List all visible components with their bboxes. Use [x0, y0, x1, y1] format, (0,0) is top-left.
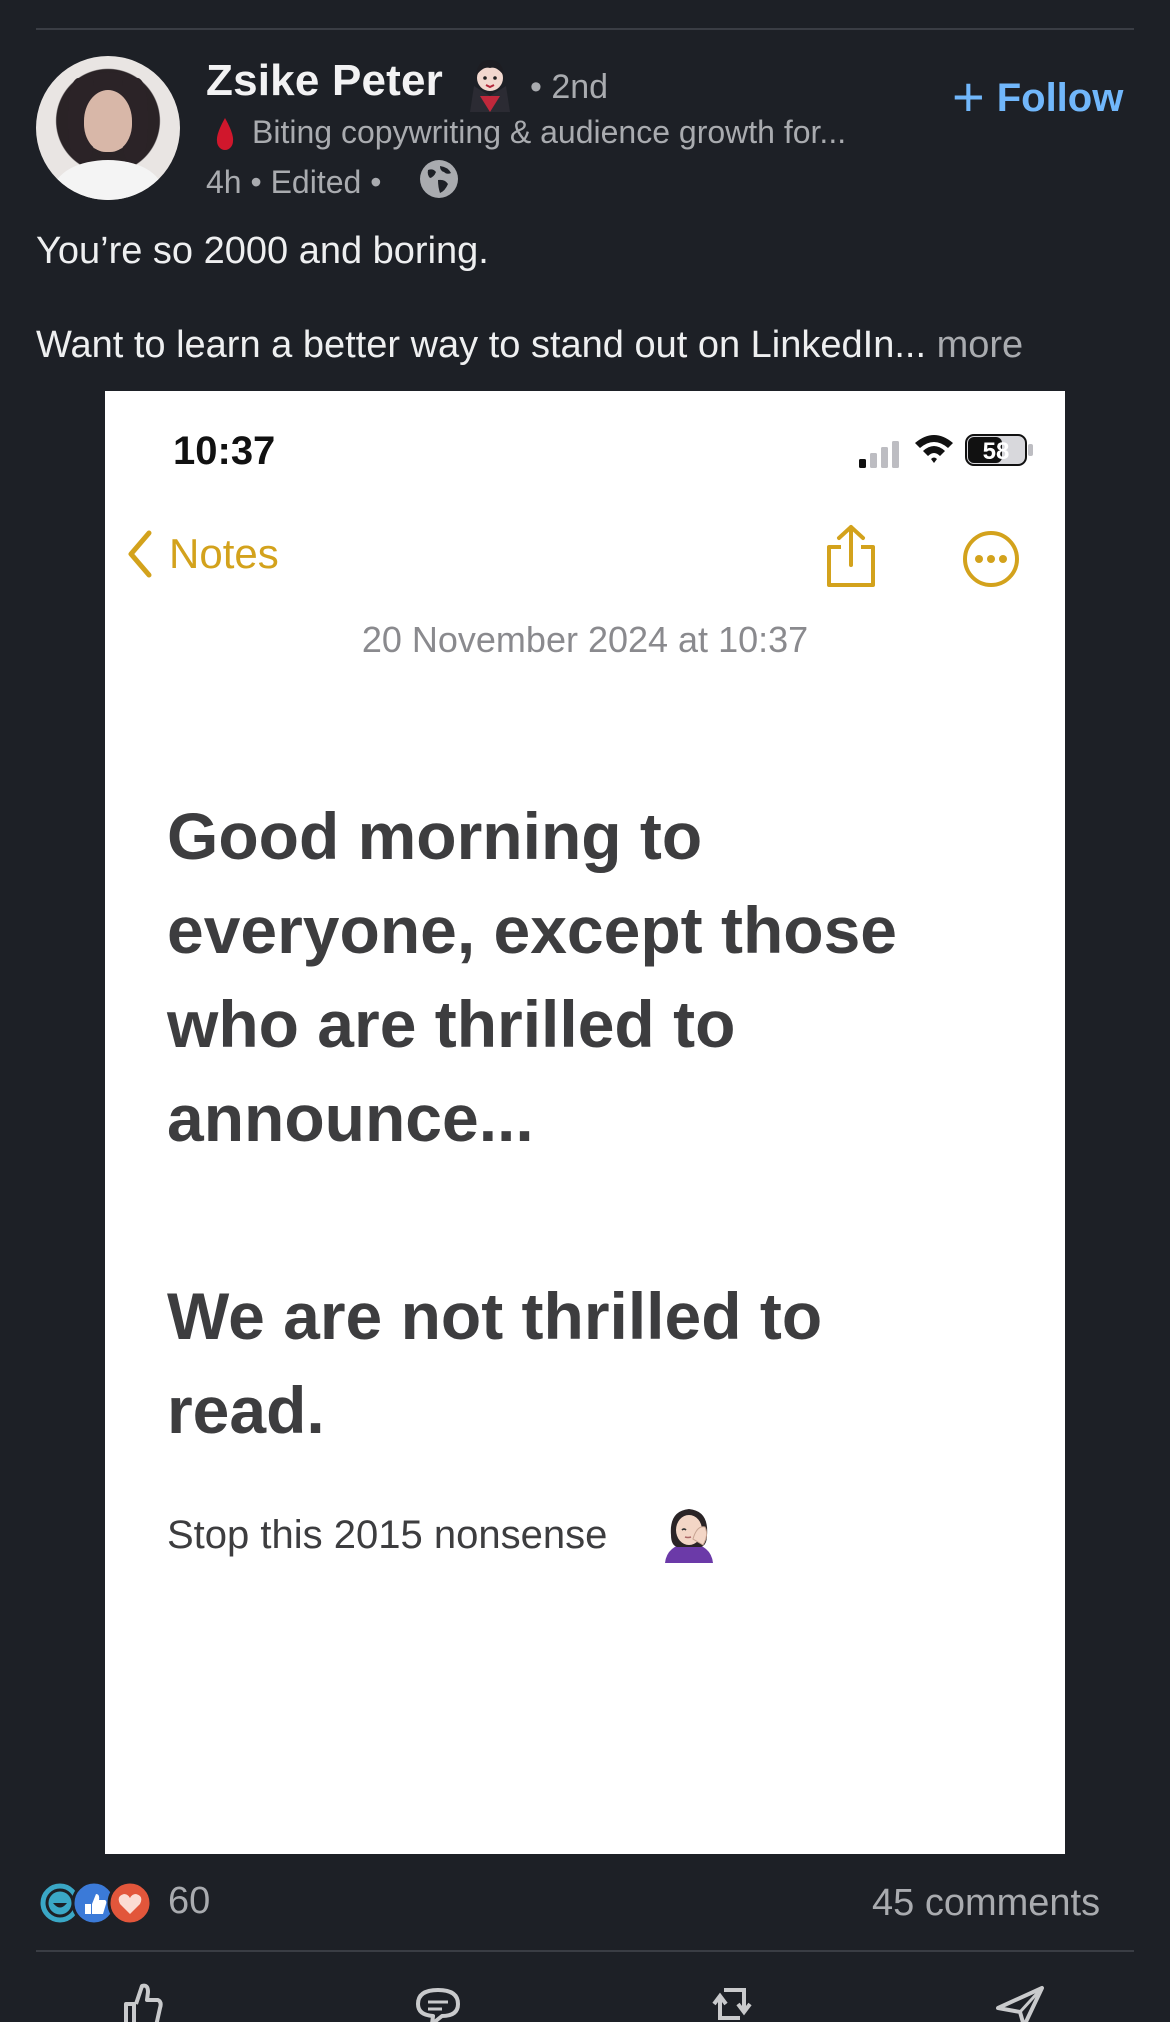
comments-count[interactable]: 45 comments	[872, 1882, 1100, 1925]
facepalm-icon	[665, 1509, 713, 1563]
note-heading-2-line: read.	[167, 1373, 325, 1447]
post-text-line-1: You’re so 2000 and boring.	[36, 230, 489, 272]
vampire-icon	[470, 60, 510, 112]
see-more-link[interactable]: more	[937, 324, 1024, 366]
globe-icon	[420, 160, 458, 198]
note-heading-1-line: everyone, except those	[167, 893, 897, 967]
note-heading-1: Good morning to everyone, except those w…	[167, 789, 897, 1165]
top-divider	[36, 28, 1134, 30]
battery-icon: 58	[965, 434, 1033, 466]
note-heading-1-line: who are thrilled to	[167, 987, 736, 1061]
reaction-count[interactable]: 60	[168, 1880, 210, 1923]
note-heading-2: We are not thrilled to read.	[167, 1269, 822, 1457]
connection-degree: • 2nd	[530, 68, 609, 106]
follow-button[interactable]: + Follow	[952, 64, 1124, 128]
chevron-left-icon	[128, 530, 152, 578]
comment-icon[interactable]	[412, 1982, 464, 2022]
send-icon[interactable]	[994, 1982, 1046, 2022]
author-avatar[interactable]	[36, 56, 180, 200]
note-heading-1-line: Good morning to	[167, 799, 703, 873]
reaction-icons[interactable]	[36, 1878, 156, 1928]
more-icon[interactable]	[961, 529, 1021, 589]
author-name[interactable]: Zsike Peter	[206, 56, 443, 106]
post-meta: 4h • Edited •	[206, 164, 382, 200]
note-heading-2-line: We are not thrilled to	[167, 1279, 823, 1353]
note-body-text: Stop this 2015 nonsense	[167, 1513, 608, 1557]
author-headline: Biting copywriting & audience growth for…	[252, 114, 847, 150]
signal-icon	[859, 441, 899, 468]
battery-level: 58	[983, 438, 1010, 465]
post-image[interactable]: 10:37 58 Notes 20 November 2024 at 10:37…	[105, 391, 1065, 1854]
blood-drop-icon	[216, 118, 234, 150]
note-date: 20 November 2024 at 10:37	[361, 619, 809, 660]
wifi-icon	[915, 435, 953, 463]
plus-icon: +	[952, 64, 985, 128]
like-icon[interactable]	[118, 1982, 170, 2022]
notes-back-button[interactable]: Notes	[125, 529, 279, 579]
share-icon[interactable]	[823, 523, 879, 591]
repost-icon[interactable]	[706, 1982, 758, 2022]
note-heading-1-line: announce...	[167, 1081, 534, 1155]
status-bar-time: 10:37	[173, 429, 276, 473]
bottom-divider	[36, 1950, 1134, 1952]
post-text-line-2-content: Want to learn a better way to stand out …	[36, 324, 927, 366]
notes-back-label: Notes	[169, 530, 279, 577]
post-text-line-2: Want to learn a better way to stand out …	[36, 324, 1023, 367]
follow-label: Follow	[996, 76, 1124, 120]
